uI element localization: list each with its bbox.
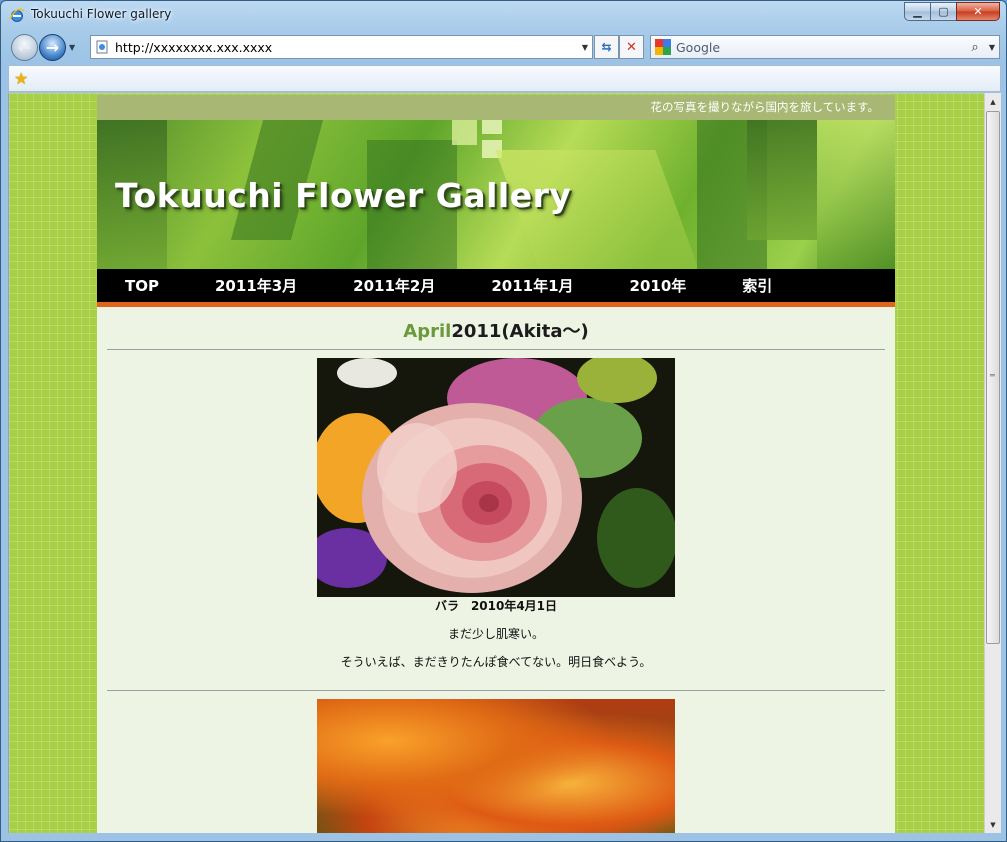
minimize-icon: ▁ bbox=[913, 5, 922, 18]
site-tagline: 花の写真を撮りながら国内を旅しています。 bbox=[97, 95, 895, 120]
address-url[interactable]: http://xxxxxxxx.xxx.xxxx bbox=[115, 40, 578, 55]
search-box[interactable]: Google ⌕ ▼ bbox=[650, 35, 1000, 59]
nav-item-index[interactable]: 索引 bbox=[742, 275, 772, 296]
scroll-down-icon[interactable]: ▼ bbox=[985, 816, 1001, 833]
forward-button[interactable]: → bbox=[39, 34, 66, 61]
window-controls: ▁ ▢ ✕ bbox=[904, 2, 1000, 21]
browser-window: Tokuuchi Flower gallery ▁ ▢ ✕ ← → ▼ http… bbox=[0, 0, 1007, 842]
site-title: Tokuuchi Flower Gallery bbox=[115, 176, 572, 215]
google-icon bbox=[655, 39, 671, 55]
post-title-rest: 2011(Akita～) bbox=[451, 321, 589, 342]
banner-decoration bbox=[817, 120, 895, 269]
rose-image bbox=[317, 358, 675, 597]
post-title-accent: April bbox=[403, 321, 452, 342]
minimize-button[interactable]: ▁ bbox=[904, 2, 931, 21]
forward-arrow-icon: → bbox=[45, 38, 60, 57]
vertical-scrollbar[interactable]: ▲ ═ ▼ bbox=[984, 93, 1001, 833]
rose-photo bbox=[317, 358, 675, 597]
site-nav: TOP 2011年3月 2011年2月 2011年1月 2010年 索引 bbox=[97, 269, 895, 307]
back-button[interactable]: ← bbox=[11, 34, 38, 61]
scrollbar-thumb[interactable]: ═ bbox=[986, 111, 1000, 644]
post-title: April2011(Akita～) bbox=[107, 307, 885, 350]
search-icon[interactable]: ⌕ bbox=[965, 40, 985, 55]
nav-item-top[interactable]: TOP bbox=[125, 277, 159, 295]
stop-icon: ✕ bbox=[626, 39, 637, 55]
nav-item-2011-january[interactable]: 2011年1月 bbox=[491, 275, 573, 296]
tulip-photo bbox=[317, 699, 675, 833]
address-dropdown-icon[interactable]: ▼ bbox=[578, 43, 592, 52]
site-banner: Tokuuchi Flower Gallery bbox=[97, 120, 895, 269]
maximize-icon: ▢ bbox=[938, 5, 949, 18]
address-bar[interactable]: http://xxxxxxxx.xxx.xxxx ▼ bbox=[90, 35, 593, 59]
window-title: Tokuuchi Flower gallery bbox=[31, 7, 172, 21]
nav-item-2011-february[interactable]: 2011年2月 bbox=[353, 275, 435, 296]
close-icon: ✕ bbox=[973, 5, 983, 18]
post-content: April2011(Akita～) バラ 2010年4月1日 まだ少し肌寒い。 … bbox=[97, 307, 895, 833]
recent-pages-dropdown[interactable]: ▼ bbox=[69, 43, 75, 52]
navigation-bar: ← → ▼ http://xxxxxxxx.xxx.xxxx ▼ ⇆ ✕ Goo… bbox=[1, 31, 1006, 63]
stop-button[interactable]: ✕ bbox=[619, 35, 644, 59]
favorites-star-icon[interactable]: ★ bbox=[14, 69, 28, 88]
favorites-bar: ★ bbox=[8, 65, 1001, 92]
web-page: 花の写真を撮りながら国内を旅しています。 Tokuuchi Flower Gal… bbox=[97, 95, 895, 833]
back-arrow-icon: ← bbox=[17, 38, 32, 57]
nav-item-2011-march[interactable]: 2011年3月 bbox=[215, 275, 297, 296]
refresh-icon: ⇆ bbox=[601, 40, 612, 54]
banner-decoration bbox=[482, 120, 502, 134]
section-divider bbox=[107, 690, 885, 691]
photo-caption: バラ 2010年4月1日 bbox=[434, 599, 558, 613]
internet-explorer-icon bbox=[9, 8, 25, 22]
search-options-icon[interactable]: ▼ bbox=[985, 43, 999, 52]
banner-decoration bbox=[452, 120, 477, 145]
page-viewport[interactable]: 花の写真を撮りながら国内を旅しています。 Tokuuchi Flower Gal… bbox=[8, 93, 1001, 833]
scroll-up-icon[interactable]: ▲ bbox=[985, 93, 1001, 110]
post-line-2: そういえば、まだきりたんぽ食べてない。明日食べよう。 bbox=[340, 655, 652, 669]
banner-decoration bbox=[747, 120, 817, 240]
post-line-1: まだ少し肌寒い。 bbox=[447, 627, 544, 641]
maximize-button[interactable]: ▢ bbox=[930, 2, 957, 21]
grip-icon: ═ bbox=[990, 371, 995, 380]
page-icon bbox=[96, 40, 108, 54]
title-bar[interactable]: Tokuuchi Flower gallery ▁ ▢ ✕ bbox=[1, 1, 1006, 31]
close-button[interactable]: ✕ bbox=[956, 2, 1000, 21]
search-input[interactable]: Google bbox=[676, 40, 965, 55]
refresh-button[interactable]: ⇆ bbox=[594, 35, 619, 59]
nav-item-2010[interactable]: 2010年 bbox=[630, 275, 687, 296]
